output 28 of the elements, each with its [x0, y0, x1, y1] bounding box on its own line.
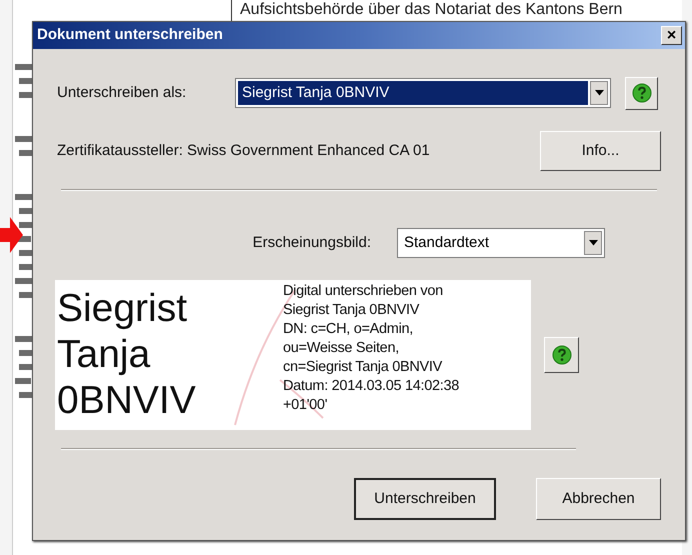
signature-detail-line: cn=Siegrist Tanja 0BNVIV — [283, 358, 444, 377]
signature-detail-line: Digital unterschrieben von — [283, 282, 444, 301]
dropdown-arrow-icon — [594, 90, 604, 96]
signer-dropdown[interactable]: Siegrist Tanja 0BNVIV — [235, 78, 611, 108]
field-label: Erscheinungsbild: — [252, 232, 372, 253]
info-button[interactable]: Info... — [540, 131, 661, 171]
help-icon — [552, 345, 572, 365]
help-icon — [632, 83, 652, 103]
issuer-text: Zertifikataussteller: Swiss Government Enhanced CA 01 — [57, 140, 430, 161]
appearance-dropdown[interactable]: Standardtext — [397, 228, 605, 258]
signer-name-line: 0BNVIV — [57, 378, 197, 424]
help-button[interactable] — [625, 76, 658, 110]
dialog-button[interactable]: Unterschreiben — [354, 478, 496, 520]
arrow-icon — [0, 215, 24, 255]
signature-detail-line: +01'00' — [283, 396, 328, 415]
field-label: Unterschreiben als: — [57, 82, 188, 103]
help-button[interactable] — [544, 337, 579, 373]
dialog-button[interactable]: Abbrechen — [536, 478, 661, 520]
signature-detail-line: Siegrist Tanja 0BNVIV — [283, 301, 420, 320]
signature-detail-line: ou=Weisse Seiten, — [283, 339, 400, 358]
document-heading: Aufsichtsbehörde über das Notariat des Kantons Bern — [240, 0, 624, 19]
window-title: Dokument unterschreiben — [37, 25, 223, 46]
signature-detail-line: DN: c=CH, o=Admin, — [283, 320, 414, 339]
signer-name-line: Siegrist — [57, 286, 188, 332]
signature-detail-line: Datum: 2014.03.05 14:02:38 — [283, 377, 460, 396]
close-button[interactable]: × — [661, 26, 682, 45]
dropdown-arrow-icon — [588, 240, 598, 246]
signer-name-line: Tanja — [57, 332, 152, 378]
